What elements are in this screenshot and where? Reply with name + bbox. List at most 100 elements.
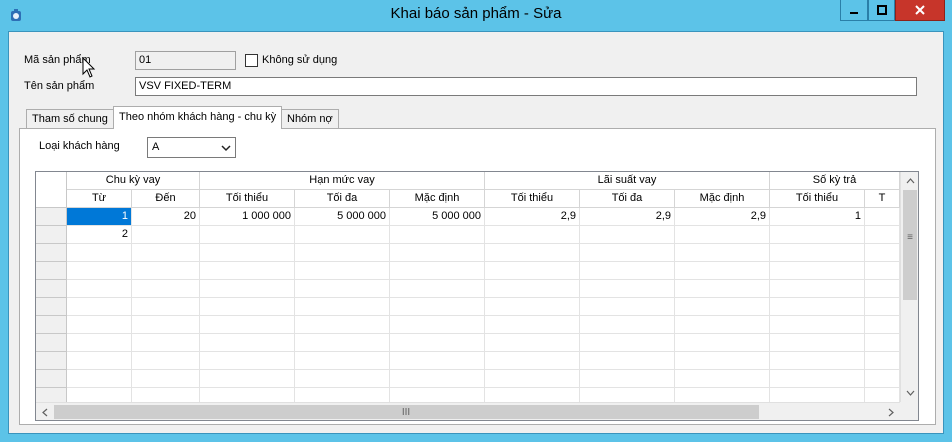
column-header-to[interactable]: Đến	[132, 190, 200, 208]
vertical-scroll-thumb[interactable]	[903, 190, 917, 300]
grid-cell[interactable]: 2,9	[675, 208, 770, 226]
maximize-button[interactable]	[868, 0, 895, 21]
grid-cell[interactable]	[67, 262, 132, 280]
grid-cell[interactable]: 2,9	[485, 208, 580, 226]
row-header[interactable]	[36, 244, 67, 262]
scroll-up-button[interactable]	[901, 172, 918, 189]
grid-cell[interactable]: 1	[770, 208, 865, 226]
grid-cell[interactable]	[390, 352, 485, 370]
scroll-left-button[interactable]	[36, 403, 53, 420]
minimize-button[interactable]	[840, 0, 868, 21]
grid-cell[interactable]: 2,9	[580, 208, 675, 226]
grid-cell[interactable]	[675, 316, 770, 334]
grid-cell[interactable]	[580, 226, 675, 244]
row-header[interactable]	[36, 352, 67, 370]
grid-cell[interactable]	[865, 226, 900, 244]
grid-cell[interactable]	[390, 316, 485, 334]
grid-cell[interactable]	[865, 370, 900, 388]
grid-cell[interactable]: 5 000 000	[390, 208, 485, 226]
grid-cell[interactable]	[865, 244, 900, 262]
grid-cell[interactable]	[295, 352, 390, 370]
grid-cell[interactable]	[485, 370, 580, 388]
grid-cell[interactable]	[485, 298, 580, 316]
grid-cell[interactable]	[200, 352, 295, 370]
column-header-rate-max[interactable]: Tối đa	[580, 190, 675, 208]
not-used-checkbox[interactable]	[245, 54, 258, 67]
close-button[interactable]	[895, 0, 945, 21]
grid-cell[interactable]: 20	[132, 208, 200, 226]
row-header[interactable]	[36, 226, 67, 244]
grid-cell[interactable]	[67, 370, 132, 388]
not-used-label[interactable]: Không sử dụng	[262, 54, 337, 66]
grid-cell[interactable]	[295, 244, 390, 262]
product-name-field[interactable]: VSV FIXED-TERM	[135, 77, 917, 96]
product-code-field[interactable]: 01	[135, 51, 236, 70]
grid-cell[interactable]	[295, 280, 390, 298]
grid-cell[interactable]	[580, 262, 675, 280]
grid-cell[interactable]	[390, 262, 485, 280]
tab-customer-group-cycle[interactable]: Theo nhóm khách hàng - chu kỳ	[113, 106, 283, 129]
grid-cell[interactable]	[390, 226, 485, 244]
grid-cell[interactable]	[770, 352, 865, 370]
grid-cell[interactable]	[770, 262, 865, 280]
grid-cell[interactable]	[390, 244, 485, 262]
grid-cell[interactable]	[485, 244, 580, 262]
grid-cell[interactable]	[67, 334, 132, 352]
grid-cell[interactable]	[200, 370, 295, 388]
grid-cell[interactable]	[200, 244, 295, 262]
grid-cell[interactable]	[770, 370, 865, 388]
grid-cell[interactable]	[485, 262, 580, 280]
grid-cell[interactable]	[485, 226, 580, 244]
grid-cell[interactable]	[865, 316, 900, 334]
grid-cell[interactable]	[295, 370, 390, 388]
grid-cell[interactable]	[580, 334, 675, 352]
grid-cell[interactable]	[675, 352, 770, 370]
row-header[interactable]	[36, 370, 67, 388]
grid-cell[interactable]: 1 000 000	[200, 208, 295, 226]
row-header[interactable]	[36, 316, 67, 334]
grid-cell[interactable]	[200, 316, 295, 334]
grid-cell[interactable]	[390, 334, 485, 352]
grid-cell[interactable]	[675, 262, 770, 280]
grid-cell[interactable]	[132, 334, 200, 352]
tab-debt-group[interactable]: Nhóm nợ	[281, 109, 339, 129]
column-header-from[interactable]: Từ	[67, 190, 132, 208]
grid-cell[interactable]	[132, 298, 200, 316]
grid-cell[interactable]	[675, 370, 770, 388]
grid-cell[interactable]	[67, 316, 132, 334]
grid-cell[interactable]	[390, 298, 485, 316]
grid-cell[interactable]	[865, 298, 900, 316]
column-header-term-max[interactable]: T	[865, 190, 900, 208]
grid-cell[interactable]	[132, 370, 200, 388]
grid-cell[interactable]	[67, 244, 132, 262]
vertical-scrollbar[interactable]: ≡	[900, 172, 918, 402]
grid-cell[interactable]: 2	[67, 226, 132, 244]
column-header-limit-max[interactable]: Tối đa	[295, 190, 390, 208]
column-header-limit-min[interactable]: Tối thiểu	[200, 190, 295, 208]
grid-cell[interactable]	[770, 244, 865, 262]
grid-cell[interactable]	[295, 298, 390, 316]
grid-cell[interactable]	[295, 262, 390, 280]
grid-cell[interactable]	[770, 316, 865, 334]
grid-cell[interactable]	[675, 226, 770, 244]
scroll-right-button[interactable]	[882, 403, 899, 420]
grid-cell[interactable]	[67, 298, 132, 316]
grid-cell[interactable]	[132, 280, 200, 298]
grid-cell[interactable]	[580, 316, 675, 334]
grid-cell[interactable]	[390, 370, 485, 388]
grid-cell[interactable]	[865, 280, 900, 298]
horizontal-scrollbar[interactable]: III	[36, 402, 900, 420]
grid-cell[interactable]	[675, 280, 770, 298]
grid-cell[interactable]	[865, 334, 900, 352]
grid-cell[interactable]	[67, 280, 132, 298]
title-bar[interactable]: Khai báo sản phẩm - Sửa	[0, 0, 952, 30]
grid-cell[interactable]	[580, 352, 675, 370]
grid-cell[interactable]	[865, 262, 900, 280]
grid-cell[interactable]	[132, 226, 200, 244]
grid-cell[interactable]	[580, 298, 675, 316]
grid-cell[interactable]	[132, 244, 200, 262]
grid-cell[interactable]	[865, 352, 900, 370]
scroll-down-button[interactable]	[901, 384, 918, 401]
grid-cell[interactable]	[770, 226, 865, 244]
grid-cell[interactable]	[770, 298, 865, 316]
